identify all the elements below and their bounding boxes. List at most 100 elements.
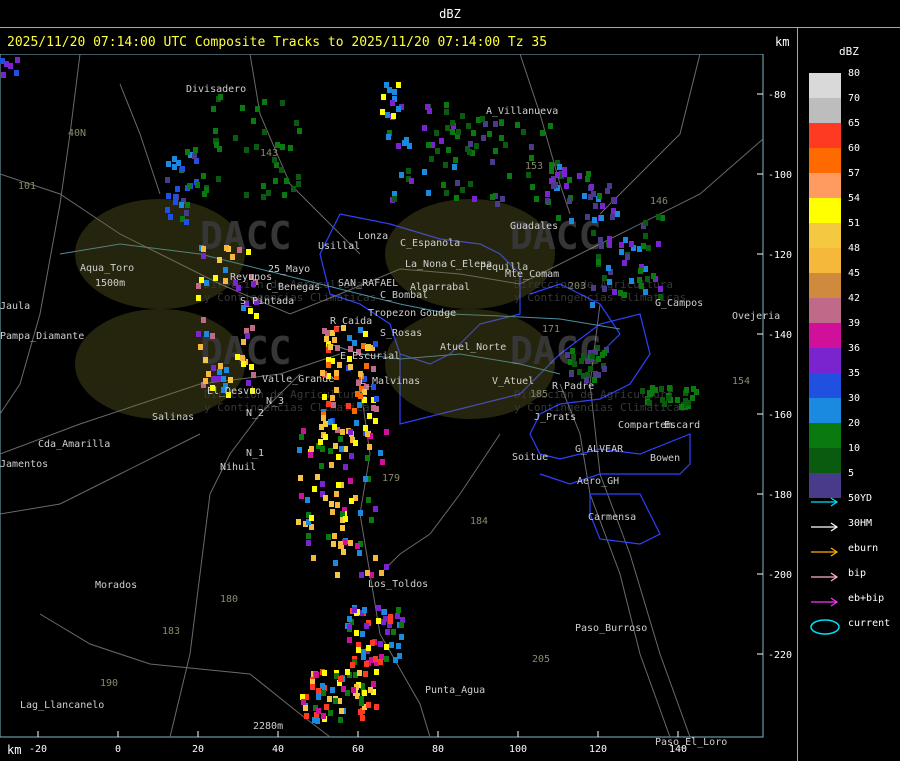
radar-echo-cell	[316, 688, 321, 694]
radar-echo-cell	[360, 631, 365, 637]
radar-echo-cell	[435, 148, 440, 154]
radar-echo-cell	[365, 570, 370, 576]
radar-echo-cell	[308, 452, 313, 458]
radar-echo-cell	[373, 506, 378, 512]
radar-echo-cell	[185, 149, 190, 155]
radar-echo-cell	[638, 268, 643, 274]
radar-echo-cell	[357, 550, 362, 556]
place-label: Morados	[95, 580, 137, 591]
radar-echo-cell	[192, 153, 197, 159]
radar-echo-cell	[562, 171, 567, 177]
place-label: Carmensa	[588, 512, 636, 523]
radar-echo-cell	[585, 214, 590, 220]
x-tick-label: 120	[589, 744, 607, 755]
radar-echo-cell	[340, 429, 345, 435]
place-label: R_Padre	[552, 381, 594, 392]
radar-echo-cell	[213, 128, 218, 134]
axis-unit-top: km	[775, 35, 790, 49]
radar-echo-cell	[396, 82, 401, 88]
track-label: 50YD	[848, 493, 873, 504]
radar-echo-cell	[602, 350, 607, 356]
radar-echo-cell	[341, 686, 346, 692]
radar-echo-cell	[572, 361, 577, 367]
radar-echo-cell	[571, 354, 576, 360]
radar-echo-cell	[379, 570, 384, 576]
radar-echo-cell	[299, 434, 304, 440]
radar-echo-cell	[320, 481, 325, 487]
radar-echo-cell	[345, 669, 350, 675]
x-tick-label: 140	[669, 744, 687, 755]
radar-echo-cell	[319, 424, 324, 430]
radar-echo-cell	[335, 502, 340, 508]
radar-echo-cell	[216, 176, 221, 182]
radar-echo-cell	[569, 371, 574, 377]
radar-echo-cell	[301, 428, 306, 434]
radar-echo-cell	[378, 450, 383, 456]
y-tick-label: -80	[768, 90, 786, 101]
radar-echo-cell	[390, 100, 395, 106]
place-label: Jamentos	[0, 459, 48, 470]
radar-echo-cell	[387, 87, 392, 93]
legend-swatch	[809, 73, 841, 98]
place-label: 153	[525, 161, 543, 172]
radar-echo-cell	[618, 290, 623, 296]
radar-echo-cell	[409, 178, 414, 184]
radar-map[interactable]: DACC DACC DACC DACC Direccion de Agricul…	[0, 54, 797, 761]
place-label: SAN_RAFAEL	[338, 278, 398, 289]
radar-echo-cell	[206, 371, 211, 377]
place-label: 205	[532, 654, 550, 665]
radar-echo-cell	[500, 196, 505, 202]
radar-echo-cell	[679, 404, 684, 410]
radar-echo-cell	[399, 172, 404, 178]
radar-echo-cell	[647, 400, 652, 406]
radar-echo-cell	[443, 162, 448, 168]
radar-echo-cell	[382, 609, 387, 615]
y-tick-label: -180	[768, 490, 792, 501]
radar-echo-cell	[262, 99, 267, 105]
radar-echo-cell	[591, 230, 596, 236]
radar-echo-cell	[404, 137, 409, 143]
radar-echo-cell	[249, 364, 254, 370]
radar-echo-cell	[261, 183, 266, 189]
radar-echo-cell	[235, 354, 240, 360]
radar-echo-cell	[332, 337, 337, 343]
radar-echo-cell	[237, 247, 242, 253]
radar-echo-cell	[168, 214, 173, 220]
radar-echo-cell	[180, 166, 185, 172]
radar-echo-cell	[422, 169, 427, 175]
place-label: 179	[382, 473, 400, 484]
track-arrow-icon	[811, 547, 839, 557]
radar-echo-cell	[326, 362, 331, 368]
radar-echo-cell	[589, 184, 594, 190]
radar-echo-cell	[336, 454, 341, 460]
radar-echo-cell	[557, 164, 562, 170]
radar-echo-cell	[244, 147, 249, 153]
radar-echo-cell	[338, 676, 343, 682]
radar-echo-cell	[585, 176, 590, 182]
radar-echo-cell	[407, 143, 412, 149]
radar-echo-cell	[316, 694, 321, 700]
radar-echo-cell	[214, 142, 219, 148]
radar-echo-cell	[312, 486, 317, 492]
legend-value: 45	[848, 268, 861, 279]
radar-echo-cell	[291, 186, 296, 192]
radar-echo-cell	[201, 173, 206, 179]
track-label: current	[848, 618, 891, 629]
legend-panel: dBZ 80 70 65 60 57 54 51 48 45 42 39 36 35 30 20 10 5 50…	[800, 28, 900, 761]
radar-echo-cell	[175, 186, 180, 192]
radar-echo-cell	[358, 327, 363, 333]
radar-echo-cell	[332, 424, 337, 430]
radar-echo-cell	[384, 564, 389, 570]
radar-echo-cell	[386, 134, 391, 140]
radar-echo-cell	[548, 123, 553, 129]
radar-echo-cell	[391, 629, 396, 635]
radar-echo-cell	[607, 242, 612, 248]
radar-echo-cell	[364, 661, 369, 667]
radar-echo-cell	[686, 400, 691, 406]
legend-divider	[797, 28, 798, 761]
radar-echo-cell	[507, 173, 512, 179]
radar-echo-cell	[211, 376, 216, 382]
radar-echo-cell	[335, 572, 340, 578]
radar-echo-cell	[262, 129, 267, 135]
radar-echo-cell	[526, 172, 531, 178]
